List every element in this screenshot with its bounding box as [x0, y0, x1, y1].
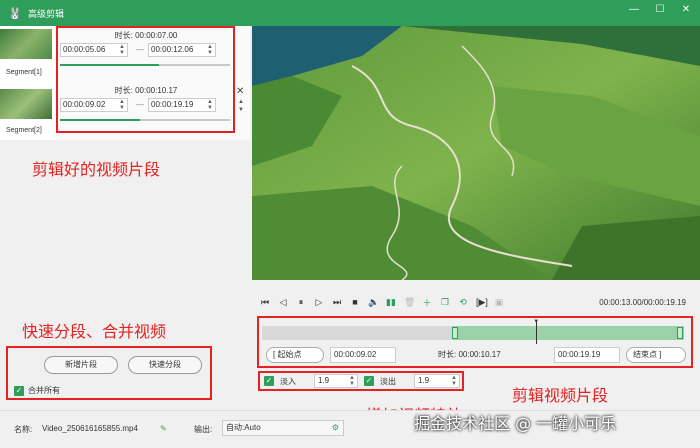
end-time-field[interactable]: 00:00:19.19	[554, 347, 620, 363]
checkbox-checked-icon: ✓	[264, 376, 274, 386]
quick-split-button[interactable]: 快速分段	[128, 356, 202, 374]
step-back-icon[interactable]: ◁	[278, 297, 288, 308]
merge-all-checkbox[interactable]: ✓ 合并所有	[14, 385, 60, 396]
edit-name-icon[interactable]: ✎	[160, 424, 167, 433]
file-name: Video_250616165855.mp4	[42, 424, 138, 433]
segment-label: Segment[2]	[6, 127, 42, 134]
skip-to-end-icon[interactable]: ⏭	[332, 297, 342, 308]
fade-in-checkbox[interactable]: ✓ 淡入	[264, 374, 296, 388]
timeline-start-handle[interactable]	[451, 327, 458, 339]
segment-thumbnail[interactable]	[0, 29, 52, 59]
annotation-split-merge: 快速分段、合并视频	[22, 322, 167, 341]
set-in-point-icon[interactable]: [▶]	[476, 297, 488, 308]
fade-out-value: 1.9	[418, 376, 430, 385]
output-value: 自动:Auto	[226, 423, 261, 432]
playhead-marker-icon: ▼	[533, 319, 540, 325]
window-title: 高级剪辑	[28, 8, 65, 19]
fade-in-label: 淡入	[280, 376, 296, 386]
title-bar: 🐰 高级剪辑 — ☐ ✕	[0, 0, 700, 26]
skip-to-start-icon[interactable]: ⏮	[260, 297, 270, 308]
playback-time: 00:00:13.00/00:00:19.19	[599, 297, 686, 307]
timeline-end-handle[interactable]	[677, 327, 683, 339]
fade-out-label: 淡出	[380, 376, 396, 386]
split-icon[interactable]: ▮▮	[386, 297, 396, 308]
copy-icon[interactable]: ❐	[440, 297, 450, 308]
fade-out-field[interactable]: 1.9 ▲ ▼	[414, 374, 460, 388]
settings-gear-icon[interactable]: ⚙	[332, 421, 339, 435]
clip-duration: 时长: 00:00:10.17	[438, 350, 501, 359]
fade-in-field[interactable]: 1.9 ▲ ▼	[314, 374, 358, 388]
spin-arrows-icon[interactable]: ▲ ▼	[349, 375, 355, 387]
add-segment-button[interactable]: 新增片段	[44, 356, 118, 374]
clip-range-row: [ 起始点 00:00:09.02 时长: 00:00:10.17 00:00:…	[266, 347, 688, 363]
scroll-arrows-icon[interactable]: ▲ ▼	[238, 98, 244, 114]
fade-out-checkbox[interactable]: ✓ 淡出	[364, 374, 396, 388]
output-label: 输出:	[194, 425, 213, 434]
delete-icon[interactable]: 🗑	[404, 297, 415, 308]
fade-in-value: 1.9	[318, 376, 330, 385]
spin-arrows-icon[interactable]: ▲ ▼	[451, 375, 457, 387]
start-time-field[interactable]: 00:00:09.02	[330, 347, 396, 363]
annotation-clipped-segments: 剪辑好的视频片段	[32, 160, 161, 179]
remove-segment-icon[interactable]: ✕	[236, 86, 244, 97]
set-end-button[interactable]: 结束点 ]	[626, 347, 686, 363]
checkbox-checked-icon: ✓	[14, 385, 24, 396]
stop-icon[interactable]: ■	[350, 297, 360, 307]
maximize-button[interactable]: ☐	[654, 4, 666, 15]
merge-all-label: 合并所有	[28, 386, 60, 395]
output-select[interactable]: 自动:Auto ⚙	[222, 420, 344, 436]
timeline-track[interactable]: ▼	[262, 319, 684, 344]
annotation-clip-video: 剪辑视频片段	[512, 386, 609, 405]
video-frame-image	[252, 26, 700, 280]
pause-icon[interactable]: ⏸	[296, 297, 306, 308]
close-button[interactable]: ✕	[680, 4, 692, 15]
segment-label: Segment[1]	[6, 69, 42, 76]
annotation-box-segments	[56, 26, 235, 133]
video-preview[interactable]	[252, 26, 700, 280]
watermark: 掘金技术社区 @ 一罐小可乐	[414, 414, 617, 433]
minimize-button[interactable]: —	[628, 4, 640, 15]
reset-icon[interactable]: ⟲	[458, 297, 468, 308]
app-logo-icon: 🐰	[8, 7, 22, 20]
snapshot-icon[interactable]: ▣	[494, 297, 504, 308]
playback-controls: ⏮ ◁ ⏸ ▷ ⏭ ■ 🔈 ▮▮ 🗑 ＋ ❐ ⟲ [▶] ▣ 00:00:13.…	[252, 294, 700, 310]
checkbox-checked-icon: ✓	[364, 376, 374, 386]
volume-icon[interactable]: 🔈	[368, 297, 379, 308]
segment-thumbnail[interactable]	[0, 89, 52, 119]
set-start-button[interactable]: [ 起始点	[266, 347, 324, 363]
step-forward-icon[interactable]: ▷	[314, 297, 324, 308]
segment-thumbnails: Segment[1] Segment[2]	[0, 26, 56, 140]
add-icon[interactable]: ＋	[422, 296, 432, 309]
name-label: 名称:	[14, 425, 33, 434]
timeline-selection[interactable]	[451, 326, 684, 340]
